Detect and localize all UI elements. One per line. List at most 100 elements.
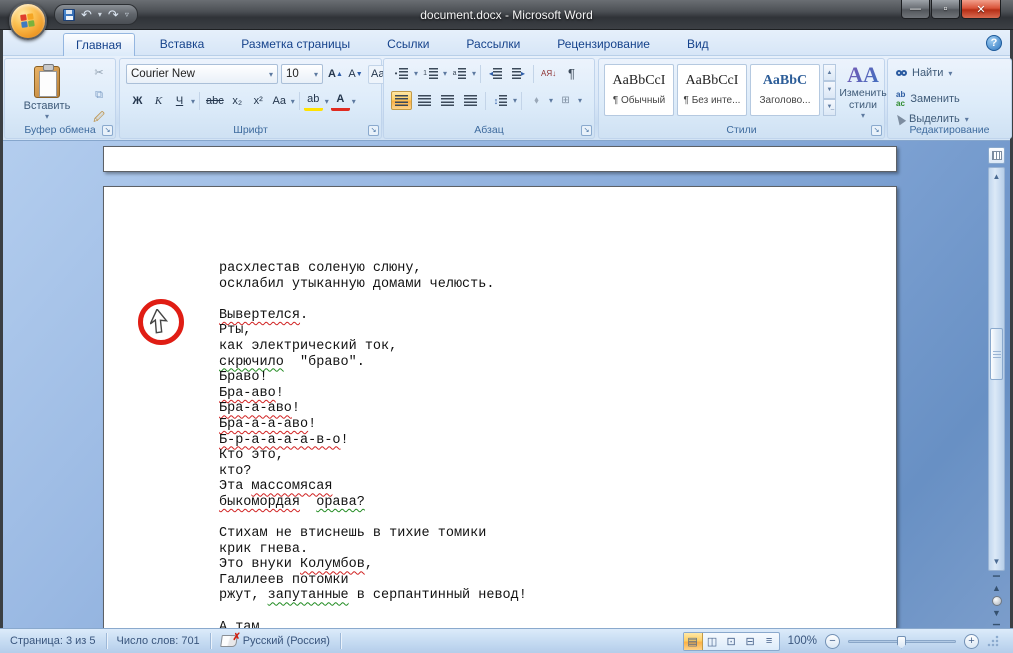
shrink-font-button[interactable]: А▼ (346, 65, 365, 84)
styles-scroll-up-icon[interactable]: ▲ (823, 64, 836, 81)
scrollbar-track[interactable]: ▲ ▼ (988, 167, 1005, 571)
web-layout-view-button[interactable]: ⊡ (722, 633, 741, 650)
paragraph-dialog-launcher[interactable]: ↘ (581, 125, 592, 136)
clipboard-dialog-launcher[interactable]: ↘ (102, 125, 113, 136)
tab-references[interactable]: Ссылки (375, 33, 441, 56)
tab-insert[interactable]: Вставка (148, 33, 217, 56)
justify-button[interactable] (460, 91, 481, 110)
tab-view[interactable]: Вид (675, 33, 721, 56)
underline-button[interactable]: Ч (170, 92, 189, 111)
zoom-out-button[interactable]: − (825, 634, 840, 649)
shading-dropdown-icon[interactable]: ▾ (549, 96, 553, 105)
align-center-button[interactable] (414, 91, 435, 110)
proofing-status[interactable]: ✗ Русский (Россия) (211, 632, 340, 651)
strikethrough-button[interactable]: abc (204, 92, 226, 111)
office-button[interactable] (9, 2, 47, 40)
decrease-indent-button[interactable]: ◂ (485, 64, 506, 83)
close-button[interactable]: ✕ (961, 0, 1001, 19)
shading-button[interactable]: ⬧ (526, 91, 547, 110)
line-spacing-dropdown-icon[interactable]: ▾ (513, 96, 517, 105)
zoom-slider-thumb[interactable] (897, 636, 906, 649)
underline-dropdown-icon[interactable]: ▾ (191, 97, 195, 106)
scroll-down-icon[interactable]: ▼ (989, 554, 1004, 569)
cut-button[interactable]: ✂ (89, 63, 109, 81)
tab-page-layout[interactable]: Разметка страницы (229, 33, 362, 56)
align-right-button[interactable] (437, 91, 458, 110)
increase-indent-button[interactable]: ▸ (508, 64, 529, 83)
subscript-button[interactable]: x₂ (228, 92, 247, 111)
zoom-level[interactable]: 100% (788, 635, 817, 647)
paste-dropdown-icon[interactable]: ▾ (45, 112, 49, 121)
paste-button[interactable]: Вставить ▾ (19, 63, 75, 125)
restore-button[interactable]: ▫ (931, 0, 960, 19)
save-icon[interactable] (63, 9, 75, 21)
multilevel-list-button[interactable]: a (449, 64, 470, 83)
draft-view-button[interactable]: ≡ (760, 633, 779, 650)
superscript-button[interactable]: x² (249, 92, 268, 111)
font-dialog-launcher[interactable]: ↘ (368, 125, 379, 136)
show-marks-button[interactable]: ¶ (561, 64, 582, 83)
highlight-button[interactable]: ab (304, 92, 323, 111)
styles-scroll-down-icon[interactable]: ▼ (823, 81, 836, 98)
document-page[interactable]: расхлестав соленую слюну,осклабил утыкан… (103, 186, 897, 628)
fullscreen-reading-view-button[interactable]: ◫ (703, 633, 722, 650)
bold-button[interactable]: Ж (128, 92, 147, 111)
style-heading1[interactable]: AaBbC Заголово... (750, 64, 820, 116)
document-line: Это внуки Колумбов, (219, 557, 527, 573)
qat-customize-icon[interactable]: ▿ (125, 10, 129, 19)
scroll-up-icon[interactable]: ▲ (989, 169, 1004, 184)
proofing-error-icon: ✗ (220, 635, 238, 647)
font-name-combo[interactable]: Courier New▾ (126, 64, 278, 84)
resize-grip[interactable] (987, 635, 999, 647)
bullets-dropdown-icon[interactable]: ▾ (414, 69, 418, 78)
page-indicator[interactable]: Страница: 3 из 5 (0, 632, 106, 651)
styles-dialog-launcher[interactable]: ↘ (871, 125, 882, 136)
change-case-button[interactable]: Aa (270, 92, 289, 111)
word-count[interactable]: Число слов: 701 (107, 632, 210, 651)
style-no-spacing[interactable]: AaBbCcI ¶ Без инте... (677, 64, 747, 116)
select-browse-object-button[interactable] (992, 596, 1002, 606)
borders-button[interactable]: ⊞ (555, 91, 576, 110)
undo-button[interactable]: ↶ (81, 8, 92, 21)
next-page-button[interactable]: ▼▁ (992, 610, 1001, 624)
clipboard-icon (34, 66, 60, 98)
numbering-button[interactable]: 1 (420, 64, 441, 83)
tab-review[interactable]: Рецензирование (545, 33, 662, 56)
previous-page-bottom[interactable] (103, 146, 897, 172)
help-icon[interactable]: ? (986, 35, 1002, 51)
font-size-combo[interactable]: 10▾ (281, 64, 323, 84)
tab-mailings[interactable]: Рассылки (454, 33, 532, 56)
zoom-slider[interactable] (848, 640, 956, 643)
line-spacing-button[interactable]: ↕ (490, 91, 511, 110)
scrollbar-thumb[interactable] (990, 328, 1003, 380)
bullets-button[interactable]: • (391, 64, 412, 83)
change-case-dropdown-icon[interactable]: ▾ (291, 97, 295, 106)
find-button[interactable]: Найти▾ (896, 67, 952, 79)
previous-page-button[interactable]: ▔▲ (992, 578, 1001, 592)
sort-button[interactable]: АЯ↓ (538, 64, 559, 83)
multilevel-dropdown-icon[interactable]: ▾ (472, 69, 476, 78)
numbering-dropdown-icon[interactable]: ▾ (443, 69, 447, 78)
grow-font-button[interactable]: А▲ (326, 65, 345, 84)
print-layout-view-button[interactable]: ▤ (684, 633, 703, 650)
zoom-in-button[interactable]: + (964, 634, 979, 649)
minimize-button[interactable]: — (901, 0, 930, 19)
borders-dropdown-icon[interactable]: ▾ (578, 96, 582, 105)
document-text[interactable]: расхлестав соленую слюну,осклабил утыкан… (219, 261, 527, 628)
highlight-dropdown-icon[interactable]: ▾ (325, 97, 329, 106)
align-left-button[interactable] (391, 91, 412, 110)
font-color-button[interactable]: А (331, 92, 350, 111)
copy-button[interactable]: ⧉ (89, 86, 109, 104)
tab-home[interactable]: Главная (63, 33, 135, 56)
change-styles-button[interactable]: АА Изменить стили ▾ (843, 63, 883, 125)
ruler-toggle-button[interactable] (988, 147, 1005, 164)
styles-group-label: Стили (599, 124, 884, 137)
style-normal[interactable]: AaBbCcI ¶ Обычный (604, 64, 674, 116)
italic-button[interactable]: К (149, 92, 168, 111)
redo-button[interactable]: ↷ (108, 8, 119, 21)
outline-view-button[interactable]: ⊟ (741, 633, 760, 650)
font-color-dropdown-icon[interactable]: ▾ (352, 97, 356, 106)
styles-more-icon[interactable]: ▼̲ (823, 99, 836, 116)
replace-button[interactable]: abac Заменить (896, 90, 960, 108)
undo-dropdown-icon[interactable]: ▾ (98, 10, 102, 19)
